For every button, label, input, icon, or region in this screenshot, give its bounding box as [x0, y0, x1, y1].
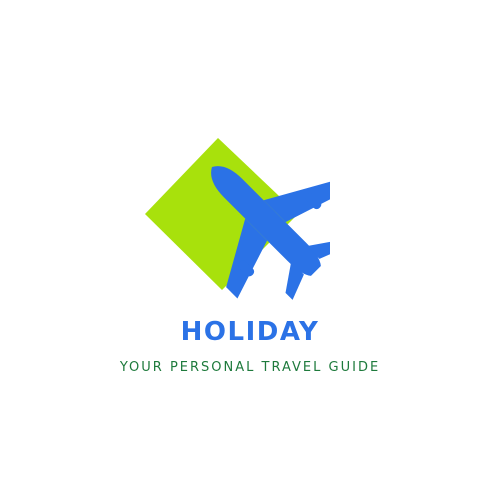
logo-graphic	[145, 138, 330, 300]
logo-page: HOLIDAY YOUR PERSONAL TRAVEL GUIDE	[0, 0, 500, 500]
brand-name: HOLIDAY	[180, 317, 320, 347]
logo-mark	[140, 130, 330, 300]
brand-tagline: YOUR PERSONAL TRAVEL GUIDE	[119, 360, 381, 375]
